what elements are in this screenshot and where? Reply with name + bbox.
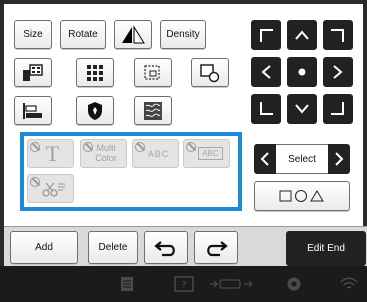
edit-end-label: Edit End <box>307 243 345 254</box>
status-help-icon: ? <box>172 272 196 296</box>
edit-panel: Size Rotate Density T Multi Color ABC AB… <box>4 4 367 270</box>
align-button[interactable] <box>14 96 52 125</box>
grid-icon <box>87 64 103 81</box>
scissors-icon <box>41 182 65 197</box>
status-settings-icon <box>282 272 306 296</box>
abc-sample: ABC <box>147 148 170 159</box>
text-edit-button[interactable]: T <box>27 139 74 168</box>
add-label: Add <box>35 242 53 253</box>
hoop-icon <box>210 279 253 289</box>
move-up-button[interactable] <box>287 20 317 50</box>
multi-color-line1: Multi <box>96 143 116 153</box>
size-label: Size <box>23 29 43 40</box>
rotate-label: Rotate <box>68 29 98 40</box>
disabled-icon <box>186 142 196 152</box>
shield-icon <box>88 101 102 120</box>
redo-icon <box>207 240 228 256</box>
applique-button[interactable] <box>76 96 114 125</box>
rotate-button[interactable]: Rotate <box>60 20 106 49</box>
abc-boxed-sample: ABC <box>198 147 223 160</box>
corner-down-right-icon <box>331 102 344 115</box>
move-left-button[interactable] <box>251 57 281 87</box>
mirror-icon <box>122 24 145 43</box>
stipple-button[interactable] <box>134 96 172 125</box>
delete-label: Delete <box>98 242 128 253</box>
disabled-icon <box>30 142 40 152</box>
text-frame-button[interactable]: ABC <box>183 139 230 168</box>
corner-down-left-icon <box>260 102 273 115</box>
undo-button[interactable] <box>144 231 188 264</box>
status-frame-icon <box>206 272 256 296</box>
array-button[interactable] <box>14 58 52 87</box>
move-down-left-button[interactable] <box>251 94 281 124</box>
select-next-button[interactable] <box>328 144 350 174</box>
repeat-button[interactable] <box>76 58 114 87</box>
border-button[interactable] <box>191 58 229 87</box>
chevron-down-icon <box>295 104 309 114</box>
move-up-right-button[interactable] <box>323 20 353 50</box>
align-icon <box>23 102 42 119</box>
help-icon: ? <box>174 276 194 292</box>
select-prev-button[interactable] <box>254 144 276 174</box>
array-text-button[interactable]: ABC <box>132 139 179 168</box>
chevron-up-icon <box>295 30 309 40</box>
move-down-button[interactable] <box>287 94 317 124</box>
frame-button[interactable] <box>134 58 172 87</box>
disabled-icon <box>135 142 145 152</box>
multi-color-button[interactable]: Multi Color <box>80 139 127 168</box>
shapes-icon <box>279 190 324 202</box>
settings-icon <box>287 277 301 291</box>
chevron-right-icon <box>333 65 343 79</box>
density-button[interactable]: Density <box>160 20 206 49</box>
redo-button[interactable] <box>194 231 238 264</box>
move-down-right-button[interactable] <box>323 94 353 124</box>
wifi-icon <box>340 277 358 289</box>
delete-button[interactable]: Delete <box>88 231 138 264</box>
status-list-icon <box>118 272 136 296</box>
chevron-left-icon <box>260 152 269 166</box>
select-label: Select <box>288 153 316 165</box>
thread-cut-button[interactable] <box>27 174 74 203</box>
center-dot-icon <box>298 68 306 76</box>
array-icon <box>23 63 43 81</box>
text-sample: T <box>45 140 60 166</box>
status-bar: ? <box>0 266 367 302</box>
corner-up-left-icon <box>260 29 273 42</box>
frame-icon <box>144 64 160 80</box>
edit-screen: Size Rotate Density T Multi Color ABC AB… <box>0 0 367 302</box>
stipple-icon <box>144 101 162 120</box>
corner-up-right-icon <box>331 29 344 42</box>
move-up-left-button[interactable] <box>251 20 281 50</box>
shapes-button[interactable] <box>254 181 350 211</box>
add-button[interactable]: Add <box>10 231 78 264</box>
size-button[interactable]: Size <box>14 20 52 49</box>
disabled-icon <box>30 177 40 187</box>
status-wifi-icon <box>338 272 360 296</box>
svg-text:?: ? <box>181 280 186 291</box>
select-label-box: Select <box>276 144 328 174</box>
list-icon <box>121 277 133 291</box>
move-right-button[interactable] <box>323 57 353 87</box>
edit-end-button[interactable]: Edit End <box>286 231 366 266</box>
density-label: Density <box>166 29 200 40</box>
center-button[interactable] <box>287 57 317 87</box>
mirror-button[interactable] <box>114 20 152 49</box>
multi-color-line2: Color <box>95 153 117 163</box>
chevron-right-icon <box>335 152 344 166</box>
border-icon <box>200 63 220 82</box>
undo-icon <box>154 240 175 256</box>
chevron-left-icon <box>261 65 271 79</box>
